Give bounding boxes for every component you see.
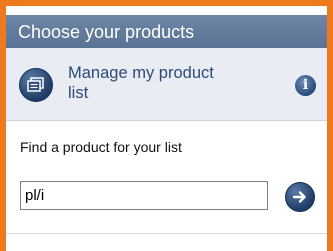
bottom-divider: [6, 233, 327, 234]
arrow-right-icon: [292, 191, 306, 203]
panel-title: Choose your products: [18, 22, 195, 42]
info-icon[interactable]: i: [295, 75, 316, 96]
find-product-label: Find a product for your list: [20, 139, 182, 155]
manage-list-icon[interactable]: [19, 68, 53, 102]
choose-products-panel: Choose your products Manage my product l…: [6, 6, 327, 251]
search-go-button[interactable]: [285, 182, 315, 212]
panel-header: Choose your products: [6, 15, 327, 48]
product-search-input[interactable]: [20, 181, 268, 210]
manage-list-row: Manage my product list i: [6, 48, 327, 121]
manage-list-link[interactable]: Manage my product list: [68, 63, 218, 103]
